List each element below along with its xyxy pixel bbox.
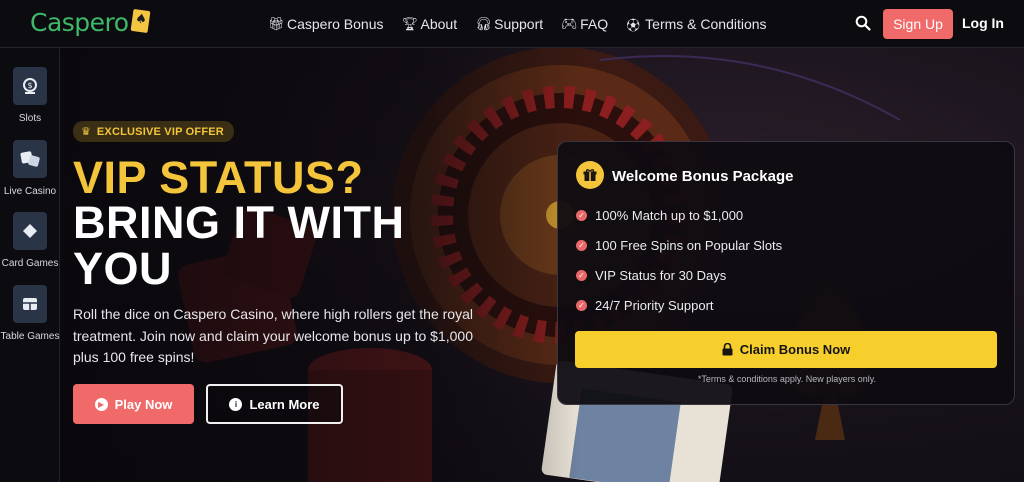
benefit-text: 100 Free Spins on Popular Slots xyxy=(595,238,783,253)
sidebar-item-label: Card Games xyxy=(1,258,59,269)
hero-title-line3: YOU xyxy=(73,243,173,294)
sidebar: $ Slots Live Casino Card Games Table Gam… xyxy=(0,48,60,482)
check-icon: ✓ xyxy=(576,270,587,281)
nav-support[interactable]: 🎧︎ Support xyxy=(475,16,543,32)
gift-icon xyxy=(576,161,604,189)
headset-icon: 🎧︎ xyxy=(475,16,492,31)
check-icon: ✓ xyxy=(576,240,587,251)
welcome-bonus-card: Welcome Bonus Package ✓ 100% Match up to… xyxy=(557,141,1015,405)
search-icon[interactable] xyxy=(855,15,871,31)
sidebar-item-slots[interactable]: $ Slots xyxy=(0,67,60,124)
nav-about[interactable]: 🏆︎ About xyxy=(402,16,458,32)
sidebar-item-live-casino[interactable]: Live Casino xyxy=(0,140,60,197)
slot-coin-icon: $ xyxy=(13,67,47,105)
benefit-text: 100% Match up to $1,000 xyxy=(595,208,744,223)
sidebar-item-card-games[interactable]: Card Games xyxy=(0,212,60,269)
play-icon: ▶ xyxy=(94,397,108,411)
badge-text: EXCLUSIVE VIP OFFER xyxy=(96,125,224,138)
exclusive-offer-badge: ♛ EXCLUSIVE VIP OFFER xyxy=(73,121,234,142)
check-icon: ✓ xyxy=(576,300,587,311)
play-now-label: Play Now xyxy=(114,396,173,412)
nav-label: Caspero Bonus xyxy=(287,16,384,32)
nav-label: About xyxy=(420,16,458,32)
bonus-card-title: Welcome Bonus Package xyxy=(612,168,794,185)
table-grid-icon xyxy=(13,285,47,323)
lock-icon xyxy=(722,343,733,356)
sidebar-item-label: Live Casino xyxy=(3,186,57,197)
benefit-item: ✓ 24/7 Priority Support xyxy=(576,298,714,313)
claim-bonus-button[interactable]: Claim Bonus Now xyxy=(575,331,997,368)
sidebar-item-label: Table Games xyxy=(0,331,60,342)
hero-title-line2: BRING IT WITH xyxy=(73,197,405,248)
nav-label: FAQ xyxy=(580,16,609,32)
benefit-text: 24/7 Priority Support xyxy=(595,298,714,313)
benefit-text: VIP Status for 30 Days xyxy=(595,268,727,283)
benefit-item: ✓ 100 Free Spins on Popular Slots xyxy=(576,238,782,253)
logo-card-icon: ♠ xyxy=(130,8,151,33)
info-icon: i xyxy=(229,397,243,411)
learn-more-label: Learn More xyxy=(249,396,320,412)
sidebar-item-table-games[interactable]: Table Games xyxy=(0,285,60,342)
benefit-item: ✓ 100% Match up to $1,000 xyxy=(576,208,743,223)
logo[interactable]: Caspero ♠ xyxy=(30,8,151,37)
gift-icon: 🎁︎ xyxy=(268,16,285,31)
crown-icon: ♛ xyxy=(81,126,91,138)
check-icon: ✓ xyxy=(576,210,587,221)
log-in-link[interactable]: Log In xyxy=(962,15,1004,31)
diamond-icon xyxy=(13,212,47,250)
nav-terms[interactable]: ⚽︎ Terms & Conditions xyxy=(626,15,767,34)
nav-faq[interactable]: 🎮︎ FAQ xyxy=(561,16,608,32)
svg-text:$: $ xyxy=(27,81,32,90)
gamepad-icon: 🎮︎ xyxy=(561,16,578,31)
sign-up-button[interactable]: Sign Up xyxy=(883,9,953,39)
hero-description: Roll the dice on Caspero Casino, where h… xyxy=(73,306,474,365)
nav-label: Support xyxy=(494,16,544,32)
sidebar-item-label: Slots xyxy=(18,113,42,124)
dice-icon xyxy=(13,140,47,178)
logo-text: Caspero xyxy=(30,8,129,37)
soccer-ball-icon: ⚽︎ xyxy=(626,17,640,33)
main-nav: 🎁︎ Caspero Bonus 🏆︎ About 🎧︎ Support 🎮︎ … xyxy=(268,0,767,48)
nav-caspero-bonus[interactable]: 🎁︎ Caspero Bonus xyxy=(268,16,384,32)
benefit-item: ✓ VIP Status for 30 Days xyxy=(576,268,726,283)
learn-more-button[interactable]: i Learn More xyxy=(206,384,343,424)
play-now-button[interactable]: ▶ Play Now xyxy=(73,384,194,424)
top-header: Caspero ♠ 🎁︎ Caspero Bonus 🏆︎ About 🎧︎ S… xyxy=(0,0,1024,48)
nav-label: Terms & Conditions xyxy=(645,16,767,32)
claim-bonus-label: Claim Bonus Now xyxy=(739,342,851,357)
trophy-icon: 🏆︎ xyxy=(401,16,419,31)
terms-note: *Terms & conditions apply. New players o… xyxy=(697,374,877,384)
hero-title-line1: VIP STATUS? xyxy=(73,152,364,203)
